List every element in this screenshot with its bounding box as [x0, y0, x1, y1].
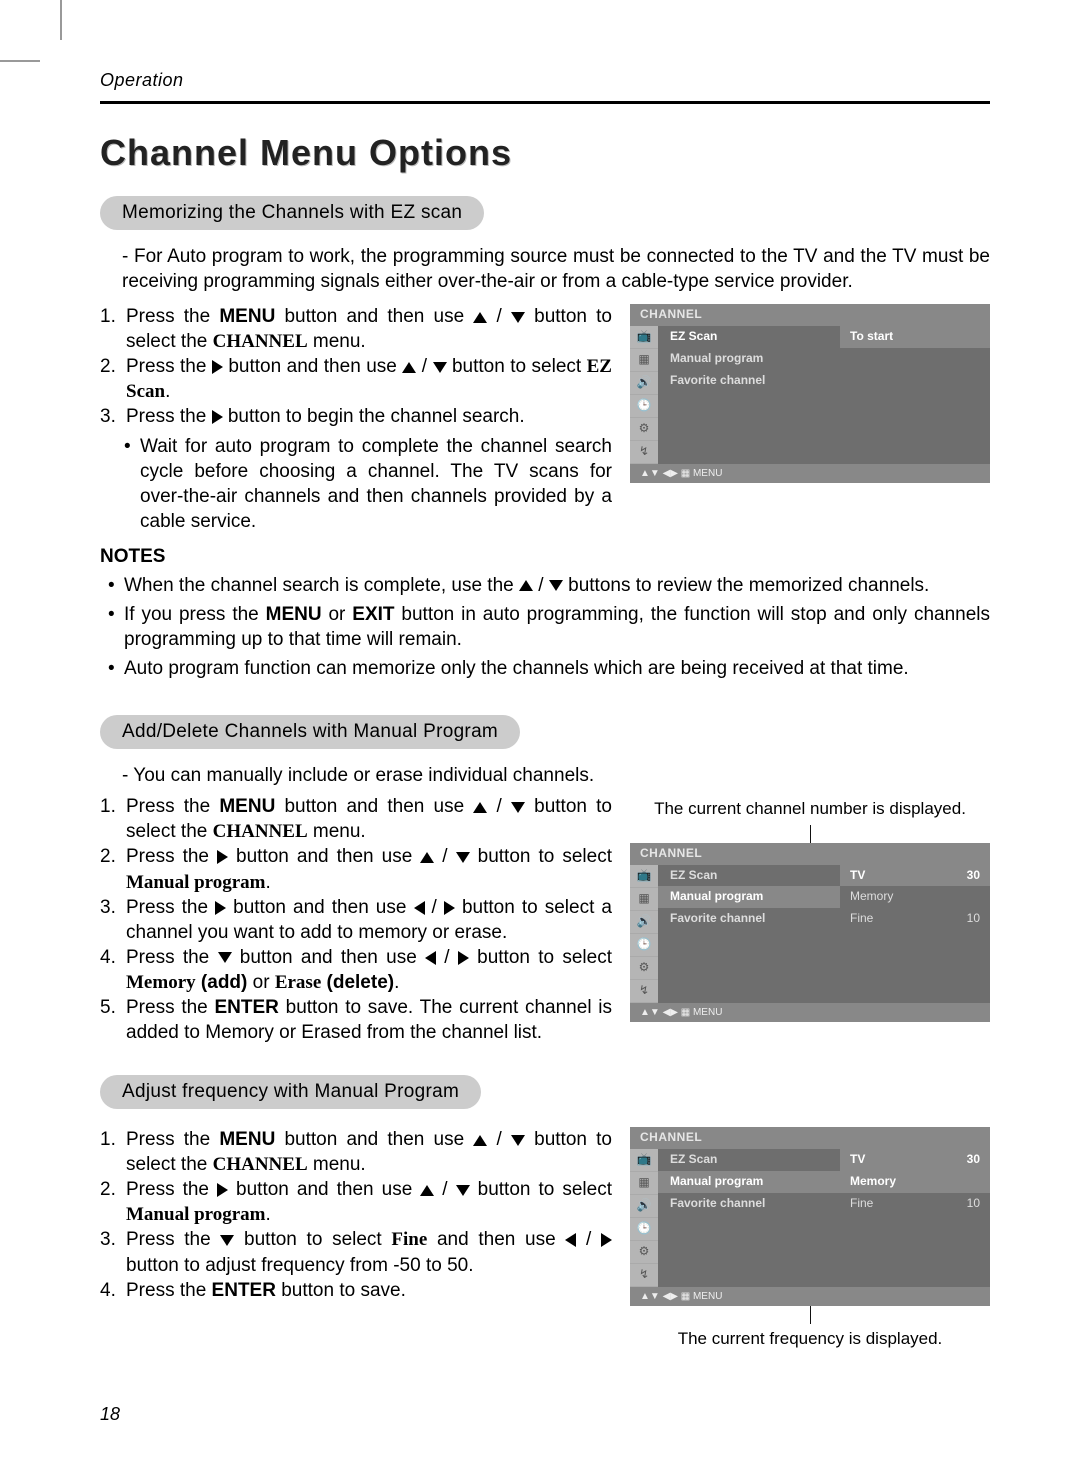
osd-icon-3: 🔊: [630, 372, 658, 395]
right-icon: [212, 410, 223, 424]
right-icon: [217, 850, 228, 864]
subsection-fine: Adjust frequency with Manual Program: [100, 1075, 481, 1109]
left-icon: [425, 951, 436, 965]
page-number: 18: [100, 1404, 120, 1425]
s3-step4: Press the ENTER button to save.: [126, 1278, 612, 1303]
note-3: Auto program function can memorize only …: [100, 656, 990, 681]
s1-step3: Press the button to begin the channel se…: [126, 404, 612, 429]
right-icon: [212, 360, 223, 374]
right-icon: [601, 1233, 612, 1247]
s1-step3-sub: Wait for auto program to complete the ch…: [100, 434, 612, 534]
down-icon: [456, 1185, 470, 1196]
s2-step1: Press the MENU button and then use / but…: [126, 794, 612, 844]
left-icon: [414, 901, 425, 915]
s3-step1: Press the MENU button and then use / but…: [126, 1127, 612, 1177]
up-icon: [473, 802, 487, 813]
down-icon: [456, 852, 470, 863]
osd-icon-6: ↯: [630, 441, 658, 464]
subsection-manual: Add/Delete Channels with Manual Program: [100, 715, 520, 749]
notes-heading: NOTES: [100, 544, 990, 569]
s2-step2: Press the button and then use / button t…: [126, 844, 612, 894]
osd-icon-1: 📺: [630, 326, 658, 349]
up-icon: [473, 312, 487, 323]
s1-intro: - For Auto program to work, the programm…: [100, 244, 990, 294]
section-header: Operation: [100, 70, 184, 91]
up-icon: [420, 1185, 434, 1196]
s3-step3: Press the button to select Fine and then…: [126, 1227, 612, 1277]
s1-step1: Press the MENU button and then use / but…: [126, 304, 612, 354]
down-icon: [549, 580, 563, 591]
s3-caption: The current frequency is displayed.: [630, 1328, 990, 1350]
crop-mark-horizontal: [0, 60, 40, 62]
crop-mark-vertical: [60, 0, 62, 40]
pointer-line: [810, 1306, 811, 1324]
down-icon: [433, 362, 447, 373]
down-icon: [220, 1235, 234, 1246]
up-icon: [402, 362, 416, 373]
up-icon: [519, 580, 533, 591]
osd-icon-5: ⚙: [630, 418, 658, 441]
s2-caption: The current channel number is displayed.: [630, 798, 990, 820]
s2-step5: Press the ENTER button to save. The curr…: [126, 995, 612, 1045]
note-1: When the channel search is complete, use…: [100, 573, 990, 598]
note-2: If you press the MENU or EXIT button in …: [100, 602, 990, 652]
s2-step4: Press the button and then use / button t…: [126, 945, 612, 995]
page-title: Channel Menu Options: [100, 132, 990, 174]
osd-fine: CHANNEL 📺▦🔊🕒⚙↯ EZ Scan Manual program Fa…: [630, 1127, 990, 1306]
s3-step2: Press the button and then use / button t…: [126, 1177, 612, 1227]
down-icon: [511, 1135, 525, 1146]
down-icon: [218, 952, 232, 963]
osd-icon-2: ▦: [630, 349, 658, 372]
right-icon: [444, 901, 455, 915]
osd-footer: ▲▼ ◀▶ ▦ MENU: [630, 464, 990, 483]
up-icon: [420, 852, 434, 863]
right-icon: [215, 901, 226, 915]
osd-ezscan: CHANNEL 📺 ▦ 🔊 🕒 ⚙ ↯ EZ Scan Manual: [630, 304, 990, 483]
left-icon: [565, 1233, 576, 1247]
osd-icon-4: 🕒: [630, 395, 658, 418]
s1-step2: Press the button and then use / button t…: [126, 354, 612, 404]
osd-manual: CHANNEL 📺▦🔊🕒⚙↯ EZ Scan Manual program Fa…: [630, 843, 990, 1022]
right-icon: [458, 951, 469, 965]
down-icon: [511, 802, 525, 813]
header-rule: [100, 101, 990, 104]
up-icon: [473, 1135, 487, 1146]
s2-step3: Press the button and then use / button t…: [126, 895, 612, 945]
pointer-line: [810, 825, 811, 843]
down-icon: [511, 312, 525, 323]
subsection-ez-scan: Memorizing the Channels with EZ scan: [100, 196, 484, 230]
right-icon: [217, 1183, 228, 1197]
s2-intro: - You can manually include or erase indi…: [100, 763, 990, 788]
